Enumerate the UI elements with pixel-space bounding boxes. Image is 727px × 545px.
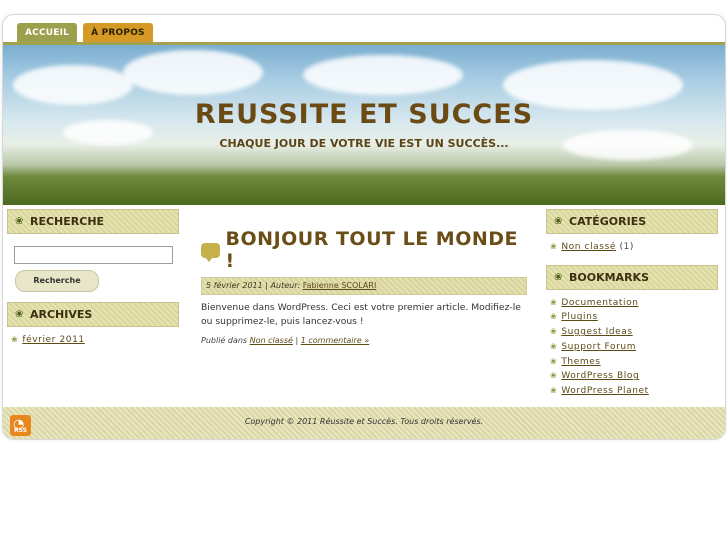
right-sidebar: ❀ CATÉGORIES ❀ Non classé (1) ❀ BOOKMARKS…: [546, 209, 718, 409]
published-in-label: Publié dans: [201, 336, 248, 345]
author-prefix: | Auteur:: [265, 281, 301, 290]
bookmark-link[interactable]: WordPress Planet: [561, 386, 649, 396]
bullet-icon: ❀: [550, 356, 558, 366]
copyright-text: Copyright © 2011 Réussite et Succès. Tou…: [244, 417, 484, 426]
bullet-icon: ❀: [550, 242, 558, 251]
header-banner: REUSSITE ET SUCCES CHAQUE JOUR DE VOTRE …: [3, 45, 725, 205]
list-item: ❀ Support Forum: [550, 340, 718, 355]
site-tagline: CHAQUE JOUR DE VOTRE VIE EST UN SUCCÈS..…: [219, 137, 509, 150]
separator: |: [295, 336, 299, 345]
search-widget-title: ❀ RECHERCHE: [7, 209, 179, 234]
cloud-decor: [303, 55, 463, 95]
widget-title-text: BOOKMARKS: [569, 270, 649, 284]
leaf-icon: ❀: [554, 271, 563, 283]
list-item: ❀ WordPress Blog: [550, 369, 718, 384]
post-date: 5 février 2011: [206, 281, 263, 290]
list-item: ❀ Plugins: [550, 310, 718, 325]
bookmark-link[interactable]: Support Forum: [561, 342, 636, 352]
bullet-icon: ❀: [550, 385, 558, 395]
list-item: ❀ Themes: [550, 355, 718, 370]
archives-widget-title: ❀ ARCHIVES: [7, 302, 179, 327]
post-title[interactable]: BONJOUR TOUT LE MONDE !: [226, 228, 527, 272]
bullet-icon: ❀: [550, 371, 558, 381]
nav-tab-about[interactable]: À PROPOS: [83, 23, 153, 43]
post-meta: 5 février 2011 | Auteur: Fabienne SCOLAR…: [201, 277, 527, 295]
archives-list: ❀ février 2011: [11, 333, 179, 348]
bullet-icon: ❀: [11, 335, 19, 344]
list-item: ❀ Non classé (1): [550, 240, 718, 255]
leaf-icon: ❀: [15, 216, 24, 227]
bookmark-link[interactable]: Themes: [561, 357, 600, 367]
list-item: ❀ février 2011: [11, 333, 179, 348]
footer: RSS Copyright © 2011 Réussite et Succès.…: [3, 407, 725, 439]
author-link[interactable]: Fabienne SCOLARI: [303, 281, 377, 290]
archive-link[interactable]: février 2011: [22, 335, 84, 345]
category-link[interactable]: Non classé: [250, 336, 293, 345]
bullet-icon: ❀: [550, 327, 558, 337]
site-title[interactable]: REUSSITE ET SUCCES: [3, 99, 725, 130]
bullet-icon: ❀: [550, 312, 558, 322]
leaf-icon: ❀: [554, 216, 563, 227]
post-header: BONJOUR TOUT LE MONDE !: [201, 228, 527, 272]
bullet-icon: ❀: [550, 341, 558, 351]
list-item: ❀ Suggest Ideas: [550, 325, 718, 340]
category-link[interactable]: Non classé: [561, 242, 616, 252]
leaf-icon: ❀: [15, 309, 24, 320]
bookmark-link[interactable]: Documentation: [561, 298, 638, 308]
category-count: (1): [619, 242, 635, 252]
cloud-decor: [123, 50, 263, 95]
comments-link[interactable]: 1 commentaire »: [301, 336, 369, 345]
bookmark-link[interactable]: WordPress Blog: [561, 371, 639, 381]
main-content: BONJOUR TOUT LE MONDE ! 5 février 2011 |…: [201, 228, 527, 345]
bookmarks-widget-title: ❀ BOOKMARKS: [546, 264, 718, 290]
post-footer: Publié dans Non classé | 1 commentaire »: [201, 336, 527, 345]
categories-list: ❀ Non classé (1): [550, 240, 718, 255]
widget-title-text: RECHERCHE: [30, 215, 105, 228]
bookmark-link[interactable]: Suggest Ideas: [561, 327, 632, 337]
list-item: ❀ WordPress Planet: [550, 384, 718, 399]
search-button[interactable]: Recherche: [15, 270, 99, 292]
comment-bubble-icon: [201, 242, 220, 262]
left-sidebar: ❀ RECHERCHE Recherche ❀ ARCHIVES ❀ févrie…: [7, 209, 179, 358]
post-body: Bienvenue dans WordPress. Ceci est votre…: [201, 302, 521, 327]
widget-title-text: CATÉGORIES: [569, 215, 647, 228]
main-nav: ACCUEIL À PROPOS: [17, 23, 153, 43]
search-input[interactable]: [14, 246, 173, 264]
bullet-icon: ❀: [550, 297, 558, 307]
bookmark-link[interactable]: Plugins: [561, 312, 597, 322]
widget-title-text: ARCHIVES: [30, 308, 93, 321]
categories-widget-title: ❀ CATÉGORIES: [546, 209, 718, 234]
page-container: ACCUEIL À PROPOS REUSSITE ET SUCCES CHAQ…: [2, 14, 726, 440]
bookmarks-list: ❀ Documentation ❀ Plugins ❀ Suggest Ideas ❀…: [550, 296, 718, 399]
nav-tab-home[interactable]: ACCUEIL: [17, 23, 78, 43]
list-item: ❀ Documentation: [550, 296, 718, 311]
